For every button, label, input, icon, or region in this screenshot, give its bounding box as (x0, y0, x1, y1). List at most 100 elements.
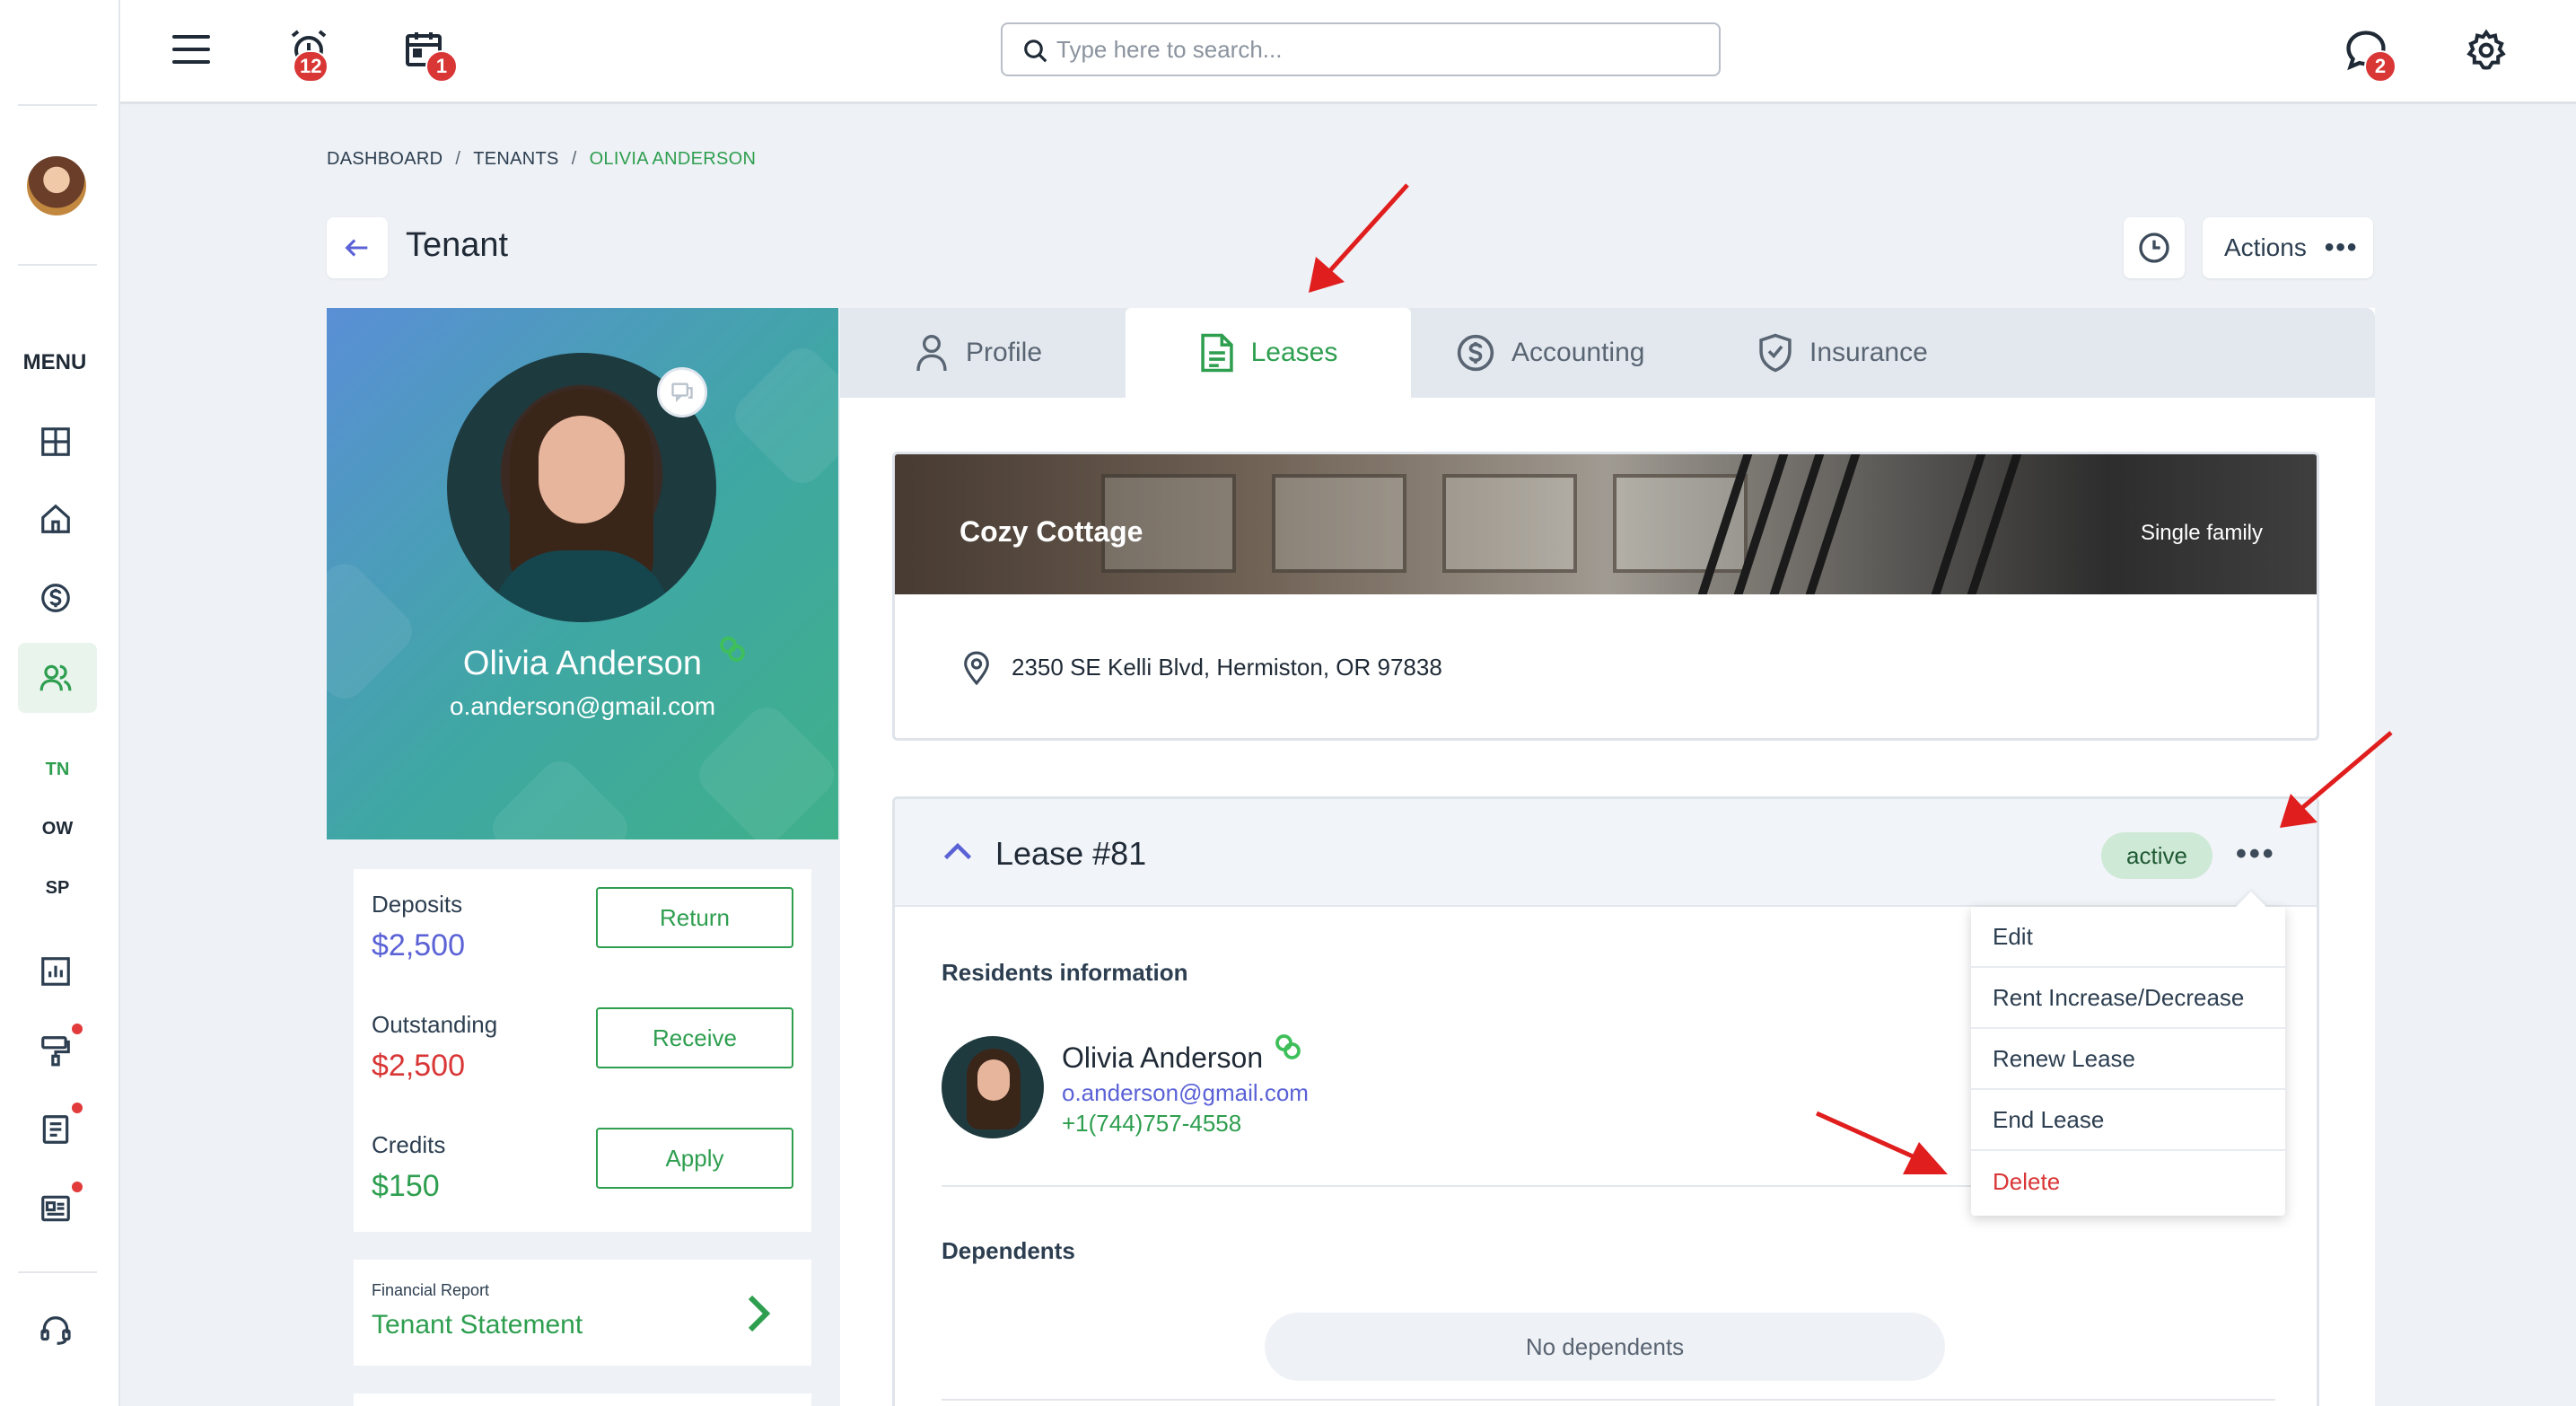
residents-heading: Residents information (942, 959, 1188, 986)
top-bar: 12 1 2 (120, 0, 2576, 104)
menu-item-delete[interactable]: Delete (1971, 1151, 2285, 1212)
decorative-shape (484, 752, 636, 839)
breadcrumb: DASHBOARD / TENANTS / OLIVIA ANDERSON (327, 149, 756, 170)
more-options-icon[interactable]: ••• (2236, 837, 2276, 872)
person-icon (916, 335, 947, 372)
actions-label: Actions (2224, 233, 2307, 261)
chevron-up-icon[interactable] (942, 840, 974, 866)
document-icon (1200, 333, 1233, 373)
menu-item-rent-increase-decrease[interactable]: Rent Increase/Decrease (1971, 968, 2285, 1029)
breadcrumb-dashboard[interactable]: DASHBOARD (327, 149, 442, 169)
tab-label: Profile (966, 338, 1043, 367)
tenant-email: o.anderson@gmail.com (449, 692, 716, 720)
menu-label: MENU (22, 350, 87, 374)
status-badge: active (2101, 832, 2212, 879)
search-icon (1022, 38, 1049, 69)
menu-item-renew-lease[interactable]: Renew Lease (1971, 1029, 2285, 1090)
sidebar-divider (18, 1271, 97, 1273)
property-address: 2350 SE Kelli Blvd, Hermiston, OR 97838 (1012, 654, 1442, 681)
location-pin-icon (959, 650, 994, 690)
sidebar-item-owners[interactable]: OW (0, 819, 115, 839)
sidebar-divider (18, 264, 97, 266)
people-icon[interactable] (36, 658, 75, 698)
sidebar-divider (18, 104, 97, 106)
back-button[interactable] (327, 217, 388, 278)
outstanding-value: $2,500 (372, 1049, 465, 1083)
news-icon[interactable] (36, 1189, 75, 1228)
credits-value: $150 (372, 1169, 440, 1203)
tab-insurance[interactable]: Insurance (1757, 308, 2009, 398)
history-button[interactable] (2124, 217, 2185, 278)
decorative-shape (327, 555, 421, 707)
decorative-shape (726, 339, 838, 492)
property-type: Single family (2140, 521, 2263, 545)
deposits-value: $2,500 (372, 928, 465, 962)
shield-icon (1759, 333, 1792, 373)
support-headset-icon[interactable] (36, 1311, 75, 1350)
apply-button[interactable]: Apply (596, 1128, 793, 1189)
dashboard-icon[interactable] (36, 422, 75, 461)
search-box (1001, 22, 1721, 76)
resident-phone[interactable]: +1(744)757-4558 (1062, 1110, 1241, 1138)
menu-item-end-lease[interactable]: End Lease (1971, 1090, 2285, 1151)
sidebar-item-service-pros[interactable]: SP (0, 878, 115, 899)
notification-dot (72, 1024, 83, 1034)
return-button[interactable]: Return (596, 887, 793, 948)
actions-button[interactable]: Actions ••• (2203, 217, 2373, 278)
outstanding-label: Outstanding (372, 1011, 498, 1038)
notification-dot (72, 1103, 83, 1113)
sidebar-item-tenants[interactable]: TN (0, 760, 115, 780)
gear-icon[interactable] (2459, 23, 2513, 77)
tab-profile[interactable]: Profile (914, 308, 1102, 398)
no-dependents-message: No dependents (1265, 1313, 1945, 1381)
annotation-arrow (1309, 183, 1409, 293)
lease-options-menu: Edit Rent Increase/Decrease Renew Lease … (1971, 907, 2285, 1216)
breadcrumb-current: OLIVIA ANDERSON (589, 149, 757, 169)
tab-leases[interactable]: Leases (1126, 308, 1411, 398)
avatar[interactable] (27, 156, 86, 215)
menu-item-edit[interactable]: Edit (1971, 907, 2285, 968)
tab-label: Insurance (1809, 338, 1928, 367)
tenant-statement-link[interactable]: Tenant Statement (372, 1310, 583, 1340)
sidebar: MENU TN OW SP (0, 0, 120, 1406)
deposits-label: Deposits (372, 891, 463, 918)
lease-header[interactable]: Lease #81 active ••• (895, 799, 2317, 907)
divider (942, 1399, 2275, 1401)
dependents-heading: Dependents (942, 1237, 1075, 1264)
chevron-right-icon (740, 1292, 775, 1340)
page-title: Tenant (406, 226, 509, 264)
calendar-badge: 1 (425, 50, 458, 83)
chat-badge: 2 (2364, 50, 2396, 83)
alarm-badge: 12 (293, 50, 329, 83)
credits-label: Credits (372, 1131, 446, 1158)
message-icon[interactable] (657, 367, 707, 417)
more-dots-icon: ••• (2324, 233, 2359, 262)
report-small-label: Financial Report (372, 1281, 490, 1299)
dollar-circle-icon (1457, 334, 1494, 372)
search-input[interactable] (1056, 35, 1685, 64)
tab-bar: Profile Leases Accounting Insurance (840, 308, 2375, 398)
tab-accounting[interactable]: Accounting (1456, 308, 1707, 398)
breadcrumb-separator: / (455, 149, 461, 169)
documents-icon[interactable] (36, 1110, 75, 1149)
hamburger-menu-icon[interactable] (169, 27, 214, 72)
balances-card: Deposits $2,500 Return Outstanding $2,50… (354, 869, 811, 1232)
portal-link-icon (1272, 1031, 1304, 1068)
tenant-profile-card: Olivia Anderson o.anderson@gmail.com (327, 308, 838, 839)
reports-icon[interactable] (36, 952, 75, 991)
resident-avatar (942, 1036, 1044, 1138)
resident-email[interactable]: o.anderson@gmail.com (1062, 1079, 1309, 1107)
tenant-name: Olivia Anderson (462, 645, 703, 682)
financial-report-card[interactable]: Financial Report Tenant Statement (354, 1260, 811, 1366)
tab-label: Leases (1250, 338, 1338, 367)
dollar-icon[interactable] (36, 578, 75, 618)
home-icon[interactable] (36, 499, 75, 539)
lease-title: Lease #81 (995, 835, 1147, 872)
resident-name[interactable]: Olivia Anderson (1062, 1041, 1263, 1075)
tab-label: Accounting (1511, 338, 1645, 367)
additional-card (354, 1393, 811, 1406)
property-card[interactable]: Cozy Cottage Single family 2350 SE Kelli… (892, 452, 2319, 741)
maintenance-icon[interactable] (36, 1031, 75, 1070)
breadcrumb-tenants[interactable]: TENANTS (473, 149, 558, 169)
receive-button[interactable]: Receive (596, 1007, 793, 1068)
